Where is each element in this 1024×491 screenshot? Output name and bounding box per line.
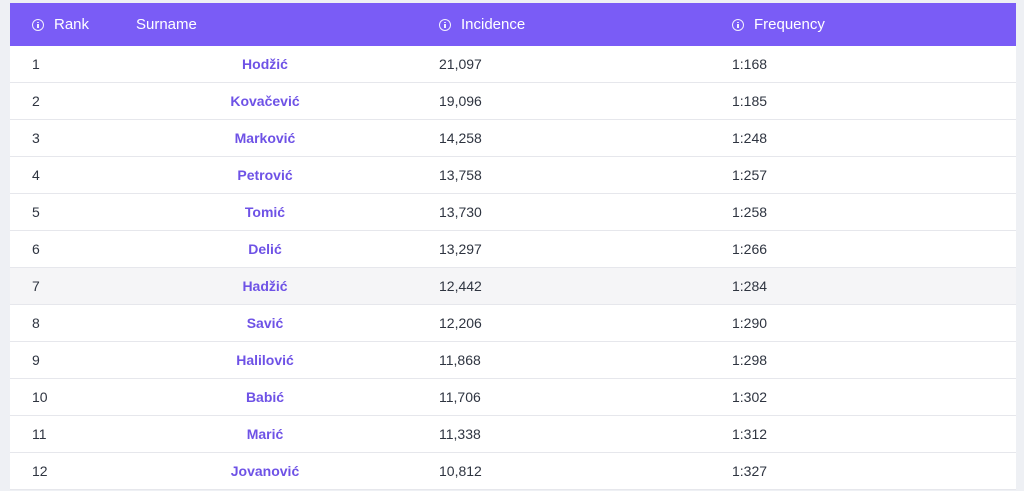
frequency-cell: 1:327 [732, 463, 768, 479]
surname-table: Rank Surname Incidence Frequency 1 Hodžić… [10, 3, 1016, 490]
frequency-cell: 1:248 [732, 130, 768, 146]
rank-cell: 7 [32, 278, 40, 294]
frequency-cell: 1:312 [732, 426, 768, 442]
table-header: Rank Surname Incidence Frequency [10, 3, 1016, 46]
incidence-cell: 11,868 [439, 352, 481, 368]
table-row: 2 Kovačević 19,096 1:185 [10, 83, 1016, 120]
rank-cell: 8 [32, 315, 40, 331]
incidence-cell: 13,297 [439, 241, 482, 257]
frequency-cell: 1:257 [732, 167, 768, 183]
rank-cell: 2 [32, 93, 40, 109]
surname-link[interactable]: Jovanović [210, 453, 320, 489]
header-incidence[interactable]: Incidence [439, 3, 525, 46]
incidence-cell: 19,096 [439, 93, 482, 109]
table-row: 12 Jovanović 10,812 1:327 [10, 453, 1016, 490]
surname-link[interactable]: Delić [210, 231, 320, 267]
incidence-cell: 21,097 [439, 56, 482, 72]
surname-link[interactable]: Hodžić [210, 46, 320, 82]
table-body: 1 Hodžić 21,097 1:168 2 Kovačević 19,096 1:185 3… [10, 46, 1016, 490]
frequency-cell: 1:290 [732, 315, 768, 331]
info-icon[interactable] [732, 18, 744, 31]
header-rank[interactable]: Rank [32, 3, 89, 46]
frequency-cell: 1:266 [732, 241, 768, 257]
surname-link[interactable]: Tomić [210, 194, 320, 230]
rank-cell: 11 [32, 426, 47, 442]
surname-link[interactable]: Kovačević [210, 83, 320, 119]
surname-link[interactable]: Savić [210, 305, 320, 341]
frequency-cell: 1:185 [732, 93, 768, 109]
table-row: 3 Marković 14,258 1:248 [10, 120, 1016, 157]
rank-cell: 5 [32, 204, 40, 220]
frequency-cell: 1:258 [732, 204, 768, 220]
incidence-cell: 14,258 [439, 130, 482, 146]
table-row: 7 Hadžić 12,442 1:284 [10, 268, 1016, 305]
rank-cell: 6 [32, 241, 40, 257]
incidence-cell: 11,706 [439, 389, 481, 405]
table-row: 6 Delić 13,297 1:266 [10, 231, 1016, 268]
surname-link[interactable]: Halilović [210, 342, 320, 378]
info-icon[interactable] [439, 18, 451, 31]
table-row: 11 Marić 11,338 1:312 [10, 416, 1016, 453]
info-icon[interactable] [32, 18, 44, 31]
surname-link[interactable]: Marković [210, 120, 320, 156]
table-row: 10 Babić 11,706 1:302 [10, 379, 1016, 416]
rank-cell: 9 [32, 352, 40, 368]
header-frequency[interactable]: Frequency [732, 3, 825, 46]
frequency-cell: 1:168 [732, 56, 768, 72]
table-row: 8 Savić 12,206 1:290 [10, 305, 1016, 342]
frequency-cell: 1:298 [732, 352, 768, 368]
header-incidence-label: Incidence [461, 16, 526, 33]
incidence-cell: 11,338 [439, 426, 481, 442]
table-row: 9 Halilović 11,868 1:298 [10, 342, 1016, 379]
incidence-cell: 12,206 [439, 315, 482, 331]
rank-cell: 1 [32, 56, 40, 72]
rank-cell: 10 [32, 389, 48, 405]
incidence-cell: 10,812 [439, 463, 482, 479]
incidence-cell: 13,758 [439, 167, 482, 183]
frequency-cell: 1:284 [732, 278, 768, 294]
page: Rank Surname Incidence Frequency 1 Hodžić… [0, 0, 1024, 491]
surname-link[interactable]: Petrović [210, 157, 320, 193]
incidence-cell: 13,730 [439, 204, 482, 220]
header-surname-label: Surname [136, 16, 197, 33]
rank-cell: 3 [32, 130, 40, 146]
rank-cell: 4 [32, 167, 40, 183]
rank-cell: 12 [32, 463, 48, 479]
header-frequency-label: Frequency [754, 16, 825, 33]
header-surname: Surname [136, 3, 197, 46]
header-rank-label: Rank [54, 16, 90, 33]
surname-link[interactable]: Babić [210, 379, 320, 415]
table-row: 4 Petrović 13,758 1:257 [10, 157, 1016, 194]
table-row: 5 Tomić 13,730 1:258 [10, 194, 1016, 231]
table-row: 1 Hodžić 21,097 1:168 [10, 46, 1016, 83]
surname-link[interactable]: Hadžić [210, 268, 320, 304]
frequency-cell: 1:302 [732, 389, 768, 405]
incidence-cell: 12,442 [439, 278, 482, 294]
surname-link[interactable]: Marić [210, 416, 320, 452]
